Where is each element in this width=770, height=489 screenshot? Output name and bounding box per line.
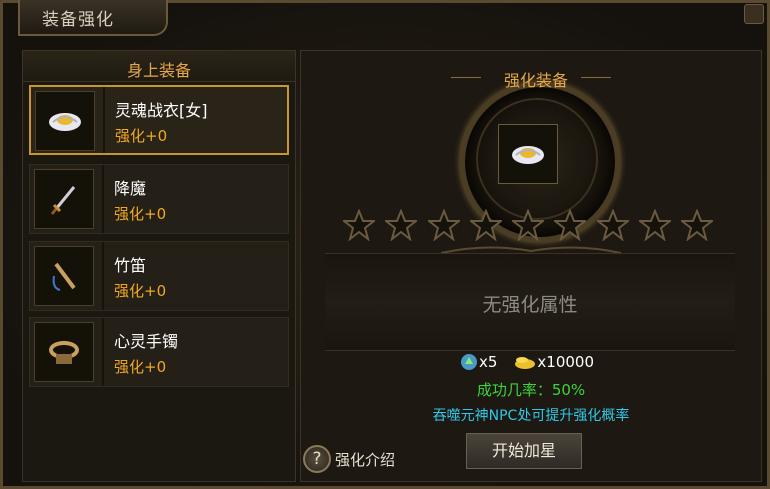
equip-item-bracelet[interactable]: 心灵手镯 强化+0 [29, 317, 289, 387]
equipped-panel: 身上装备 灵魂战衣[女] 强化+0 降魔 强化+0 竹笛 强化+0 心灵手镯 强… [22, 50, 296, 482]
enhance-item-slot[interactable] [498, 124, 558, 184]
window-title: 装备强化 [42, 10, 114, 30]
item-name: 灵魂战衣[女] [115, 101, 208, 120]
success-rate: 成功几率：50% [476, 381, 586, 399]
help-label[interactable]: 强化介绍 [335, 449, 395, 470]
armor-icon [49, 113, 81, 131]
equipped-header-label: 身上装备 [126, 61, 191, 80]
item-level: 强化+0 [114, 358, 167, 376]
equip-item-armor[interactable]: 灵魂战衣[女] 强化+0 [29, 85, 289, 155]
gold-icon [515, 357, 536, 369]
equip-item-flute[interactable]: 竹笛 强化+0 [29, 241, 289, 311]
enhance-title: 强化装备 [503, 71, 568, 90]
start-enhance-button[interactable]: 开始加星 [466, 433, 582, 469]
item-name: 降魔 [114, 179, 147, 198]
item-divider [102, 165, 104, 233]
item-level: 强化+0 [114, 205, 167, 223]
star-icon [512, 209, 544, 241]
close-button[interactable] [744, 4, 764, 24]
item-slot [34, 246, 94, 306]
cost-row: x5 x10000 [459, 351, 594, 373]
item-slot [35, 91, 95, 151]
star-icon [427, 209, 460, 241]
item-divider [103, 87, 105, 153]
question-icon[interactable]: ? [303, 445, 331, 473]
item-slot [34, 322, 94, 382]
sword-icon [50, 186, 76, 215]
enhance-panel: 强化装备 无强化属性 x5 x10000 成功几率：50% 吞噬元神NPC处可提… [300, 50, 762, 482]
attribute-box: 无强化属性 [325, 253, 735, 351]
gem-icon [461, 354, 477, 370]
gold-cost: x10000 [537, 353, 595, 371]
armor-icon [512, 146, 544, 164]
equip-item-sword[interactable]: 降魔 强化+0 [29, 164, 289, 234]
attribute-text: 无强化属性 [482, 294, 578, 316]
star-icon [681, 209, 713, 241]
star-icon [469, 209, 502, 241]
item-divider [102, 242, 104, 310]
item-slot [34, 169, 94, 229]
item-level: 强化+0 [115, 127, 168, 145]
bracelet-icon [49, 341, 79, 364]
flute-icon [52, 262, 76, 291]
item-divider [102, 318, 104, 386]
star-icon [385, 209, 418, 241]
star-icon [596, 209, 629, 241]
equipped-header: 身上装备 [23, 51, 295, 82]
star-rating [343, 209, 713, 241]
star-icon [638, 209, 671, 241]
item-name: 心灵手镯 [114, 332, 179, 351]
item-name: 竹笛 [114, 256, 147, 275]
star-icon [554, 209, 587, 241]
item-level: 强化+0 [114, 282, 167, 300]
star-icon [343, 209, 375, 241]
help-link[interactable]: ? 强化介绍 [303, 445, 395, 473]
gem-cost: x5 [479, 353, 498, 371]
enhance-hint: 吞噬元神NPC处可提升强化概率 [432, 408, 630, 424]
